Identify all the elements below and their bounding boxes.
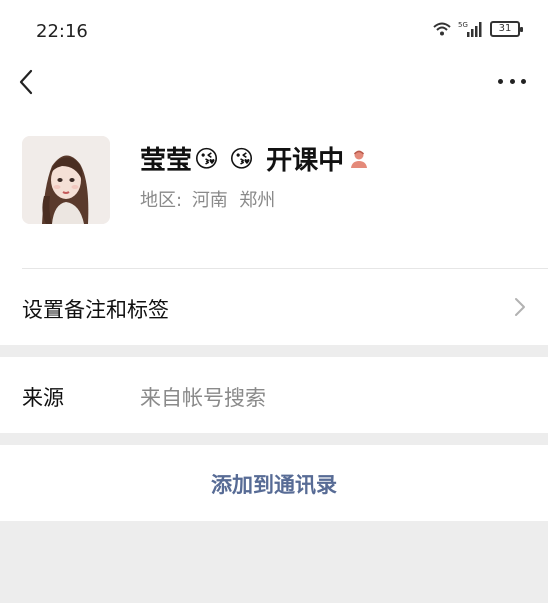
profile-header: 莹莹 😘 😘 开课中 地区: 河南 郑州 xyxy=(0,104,548,269)
more-dot-icon xyxy=(509,78,515,84)
kissing-face-emoji-icon: 😘 xyxy=(194,144,220,173)
add-to-contacts-label: 添加到通讯录 xyxy=(211,473,337,497)
more-dot-icon xyxy=(498,78,503,84)
kissing-face-emoji-icon: 😘 xyxy=(229,144,255,173)
chevron-left-icon xyxy=(19,69,33,95)
region-label: 地区: xyxy=(140,190,183,211)
profile-name: 莹莹 xyxy=(140,146,193,176)
source-value: 来自帐号搜索 xyxy=(140,386,266,410)
add-to-contacts-button[interactable]: 添加到通讯录 xyxy=(0,445,548,521)
battery-icon: 31 xyxy=(490,21,523,37)
source-row: 来源 来自帐号搜索 xyxy=(0,357,548,433)
cellular-signal-icon: 5G xyxy=(458,21,482,37)
set-remark-and-tags-row[interactable]: 设置备注和标签 xyxy=(0,269,548,345)
wifi-icon xyxy=(433,22,451,36)
more-button[interactable] xyxy=(496,70,528,92)
region-value: 河南 郑州 xyxy=(191,190,276,211)
more-dot-icon xyxy=(521,78,526,84)
profile-region: 地区: 河南 郑州 xyxy=(140,186,275,212)
nav-bar xyxy=(0,60,548,104)
back-button[interactable] xyxy=(14,66,44,98)
system-icons: 5G 31 xyxy=(432,20,523,38)
svg-text:5G: 5G xyxy=(458,21,468,29)
set-remark-and-tags-label: 设置备注和标签 xyxy=(22,298,169,322)
source-label: 来源 xyxy=(22,386,64,410)
profile-status-text: 开课中 xyxy=(266,146,345,176)
status-time: 22:16 xyxy=(36,21,88,42)
avatar[interactable] xyxy=(22,136,110,224)
status-bar: 22:16 5G 31 xyxy=(0,0,548,60)
profile-name-line: 莹莹 😘 😘 开课中 xyxy=(140,140,370,177)
teacher-icon xyxy=(351,150,368,168)
chevron-right-icon xyxy=(515,298,525,316)
avatar-illustration xyxy=(22,136,110,224)
